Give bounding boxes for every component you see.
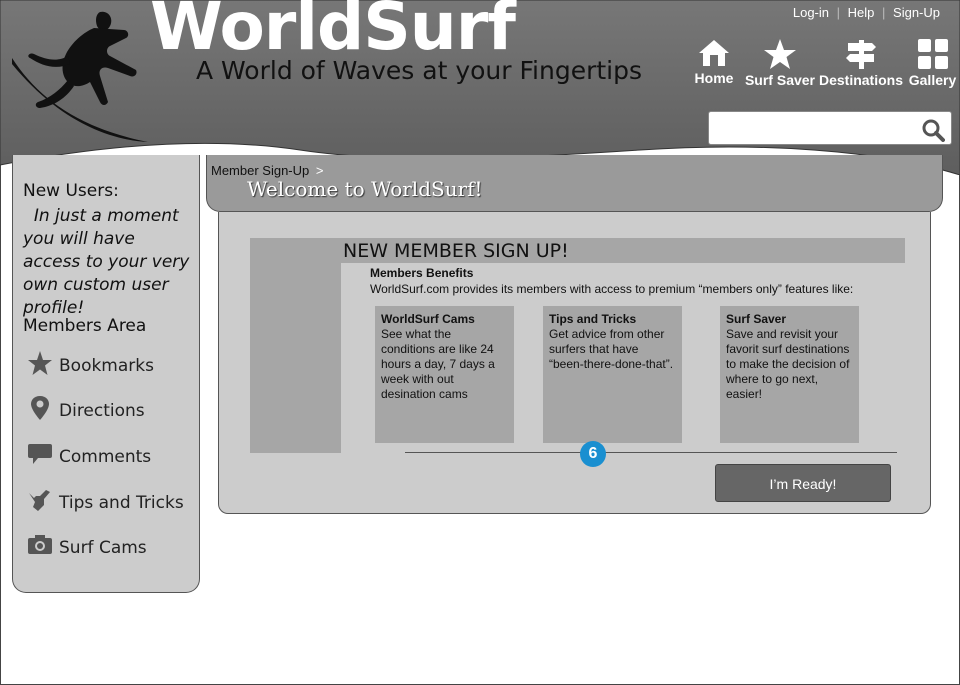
breadcrumb-current[interactable]: Member Sign-Up (211, 163, 309, 178)
signup-title: NEW MEMBER SIGN UP! (343, 240, 569, 262)
sidebar: New Users: In just a moment you will hav… (12, 155, 200, 593)
members-area-heading: Members Area (23, 316, 147, 336)
nav-surf-saver-label: Surf Saver (744, 72, 816, 88)
login-link[interactable]: Log-in (793, 5, 829, 20)
new-users-text-body: In just a moment you will have access to… (23, 206, 190, 318)
shaka-hand-icon (29, 490, 50, 511)
map-pin-icon (31, 396, 49, 420)
card-title: Tips and Tricks (549, 312, 637, 326)
sidebar-item-label: Comments (59, 447, 152, 467)
search-box[interactable] (708, 111, 952, 145)
sidebar-item-label: Directions (59, 401, 145, 421)
nav-home[interactable]: Home (690, 38, 738, 88)
signup-header: NEW MEMBER SIGN UP! (341, 238, 905, 263)
speech-bubble-icon (28, 444, 52, 464)
star-icon (764, 39, 796, 69)
feature-card-surf-saver: Surf Saver Save and revisit your favorit… (720, 306, 859, 443)
im-ready-button[interactable]: I’m Ready! (715, 464, 891, 502)
benefits-title: Members Benefits (370, 266, 474, 280)
home-icon (699, 40, 729, 66)
placeholder-block (250, 238, 341, 453)
breadcrumb-arrow: > (315, 163, 324, 178)
site-logo[interactable]: WorldSurf (150, 0, 516, 60)
card-text: Save and revisit your favorit surf desti… (726, 327, 850, 401)
nav-gallery-label: Gallery (908, 72, 957, 88)
breadcrumb-bar: Member Sign-Up > Welcome to WorldSurf! (206, 155, 943, 212)
sidebar-item-label: Tips and Tricks (59, 493, 184, 513)
new-users-heading: New Users: (23, 181, 119, 201)
step-badge: 6 (580, 441, 606, 467)
page-title: Welcome to WorldSurf! (247, 177, 483, 201)
camera-icon (28, 535, 52, 554)
card-title: Surf Saver (726, 312, 787, 326)
link-separator: | (836, 5, 841, 20)
new-users-text: In just a moment you will have access to… (23, 205, 195, 320)
signup-link[interactable]: Sign-Up (893, 5, 940, 20)
help-link[interactable]: Help (848, 5, 875, 20)
top-links: Log-in | Help | Sign-Up (793, 5, 940, 20)
feature-card-tips: Tips and Tricks Get advice from other su… (543, 306, 682, 443)
nav-destinations-label: Destinations (818, 72, 903, 88)
nav-destinations[interactable]: Destinations (818, 38, 904, 88)
sidebar-item-label: Surf Cams (59, 538, 147, 558)
star-icon (28, 351, 52, 375)
benefits-text: WorldSurf.com provides its members with … (370, 282, 854, 296)
divider (405, 452, 897, 453)
surfer-silhouette-logo (12, 11, 148, 142)
nav-home-label: Home (694, 70, 734, 86)
sidebar-item-label: Bookmarks (59, 356, 154, 376)
nav-gallery[interactable]: Gallery (905, 38, 960, 88)
card-title: WorldSurf Cams (381, 312, 475, 326)
search-input[interactable] (715, 117, 919, 141)
site-tagline: A World of Waves at your Fingertips (196, 56, 643, 85)
breadcrumb: Member Sign-Up > (211, 163, 323, 178)
main-panel: NEW MEMBER SIGN UP! Members Benefits Wor… (218, 212, 931, 514)
search-icon[interactable] (921, 118, 945, 142)
signpost-icon (846, 40, 876, 69)
card-text: Get advice from other surfers that have … (549, 327, 674, 371)
nav-surf-saver[interactable]: Surf Saver (744, 38, 816, 88)
feature-card-cams: WorldSurf Cams See what the conditions a… (375, 306, 514, 443)
card-text: See what the conditions are like 24 hour… (381, 327, 495, 401)
link-separator: | (882, 5, 886, 20)
grid-icon (917, 39, 948, 69)
